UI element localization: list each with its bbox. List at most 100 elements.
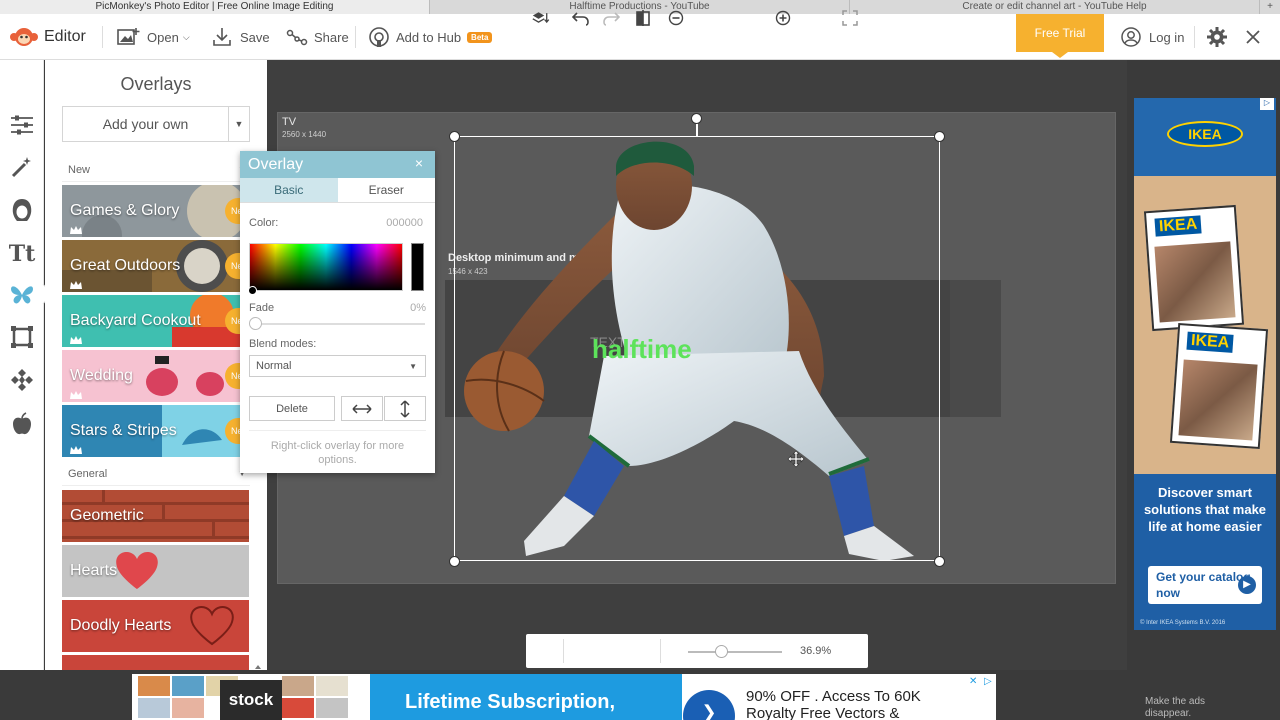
- user-icon: [1121, 27, 1141, 47]
- current-color-swatch[interactable]: [411, 243, 424, 291]
- resize-handle-bottom-right[interactable]: [934, 556, 945, 567]
- picmonkey-logo-icon: [10, 28, 38, 46]
- login-button[interactable]: Log in: [1120, 14, 1184, 60]
- overlay-category-partial[interactable]: [62, 655, 249, 670]
- blend-modes-label: Blend modes:: [249, 338, 317, 350]
- settings-button[interactable]: [1206, 14, 1228, 60]
- compare-button[interactable]: [634, 9, 652, 27]
- overlay-category-geometric[interactable]: Geometric: [62, 490, 249, 542]
- add-your-own-button[interactable]: Add your own: [63, 107, 229, 141]
- color-spectrum-picker[interactable]: [249, 243, 403, 291]
- overlay-category-great-outdoors[interactable]: Great Outdoors New: [62, 240, 249, 292]
- redo-button[interactable]: [602, 9, 620, 27]
- editor-logo[interactable]: Editor: [10, 14, 86, 60]
- panel-title: Overlays: [120, 74, 192, 94]
- catalog-image: IKEA: [1143, 204, 1245, 332]
- fade-value: 0%: [410, 302, 426, 314]
- free-trial-button[interactable]: Free Trial: [1016, 14, 1104, 58]
- undo-button[interactable]: [572, 9, 590, 27]
- overlay-category-backyard-cookout[interactable]: Backyard Cookout New: [62, 295, 249, 347]
- tab-eraser[interactable]: Eraser: [337, 178, 435, 203]
- overlay-category-games-glory[interactable]: Games & Glory New: [62, 185, 249, 237]
- touch-up-icon[interactable]: [9, 197, 35, 223]
- adjust-icon[interactable]: [9, 112, 35, 138]
- overlay-palette-header[interactable]: Overlay ×: [240, 151, 435, 178]
- overlay-category-wedding[interactable]: Wedding New: [62, 350, 249, 402]
- crown-icon: [70, 226, 82, 234]
- overlay-palette: Overlay × Basic Eraser Color: 000000 Fad…: [240, 151, 435, 473]
- rotate-handle[interactable]: [691, 113, 702, 124]
- fade-slider-track[interactable]: [255, 323, 425, 325]
- section-header-new[interactable]: New▼: [62, 158, 250, 182]
- new-tab-button[interactable]: +: [1260, 0, 1280, 14]
- save-button[interactable]: Save: [211, 14, 270, 60]
- layers-button[interactable]: [532, 9, 550, 27]
- zoom-percentage: 36.9%: [800, 645, 832, 657]
- save-label: Save: [240, 29, 270, 45]
- tv-size-label: 2560 x 1440: [282, 130, 327, 139]
- bottom-banner-ad[interactable]: stock Lifetime Subscription, ❯ 90% OFF .…: [132, 674, 996, 720]
- fit-to-screen-button[interactable]: [841, 9, 859, 27]
- color-picker-handle[interactable]: [248, 286, 257, 295]
- section-header-general[interactable]: General ▼: [62, 462, 250, 486]
- flip-vertical-button[interactable]: [384, 396, 426, 421]
- flip-horizontal-icon: [352, 403, 372, 414]
- arrow-right-icon[interactable]: ❯: [683, 690, 735, 720]
- blend-mode-select[interactable]: Normal ▼: [249, 355, 426, 377]
- stock-logo: stock: [220, 680, 282, 720]
- ad-close-icon[interactable]: ✕: [969, 676, 981, 688]
- ad-choices-icon[interactable]: ▷: [1260, 98, 1274, 110]
- tab-basic[interactable]: Basic: [240, 178, 338, 203]
- share-button[interactable]: Share: [286, 14, 349, 60]
- flip-vertical-icon: [400, 399, 410, 418]
- close-icon[interactable]: ×: [415, 155, 423, 171]
- zoom-out-button[interactable]: [667, 9, 685, 27]
- ikea-logo: IKEA: [1167, 121, 1243, 147]
- redo-icon: [603, 12, 620, 26]
- resize-handle-top-left[interactable]: [449, 131, 460, 142]
- overlay-category-stars-stripes[interactable]: Stars & Stripes New: [62, 405, 249, 457]
- apple-icon[interactable]: [9, 411, 35, 437]
- overlay-category-doodly-hearts[interactable]: Doodly Hearts: [62, 600, 249, 652]
- delete-overlay-button[interactable]: Delete: [249, 396, 335, 421]
- arrow-right-icon: ▶: [1238, 576, 1256, 594]
- color-hex-value[interactable]: 000000: [386, 217, 423, 229]
- open-image-icon: [117, 28, 140, 45]
- resize-handle-bottom-left[interactable]: [449, 556, 460, 567]
- ad-cta-button[interactable]: Get your catalog now ▶: [1148, 566, 1262, 604]
- magic-wand-icon[interactable]: [9, 154, 35, 180]
- add-your-own-dropdown[interactable]: Add your own ▼: [62, 106, 250, 142]
- compare-icon: [636, 10, 650, 26]
- frame-icon[interactable]: [9, 324, 35, 350]
- ad-choices-icon[interactable]: ▷: [984, 676, 996, 688]
- zoom-in-icon: [775, 10, 791, 26]
- fade-slider-knob[interactable]: [249, 317, 262, 330]
- share-label: Share: [314, 29, 349, 45]
- fullscreen-icon: [842, 10, 858, 26]
- overlay-butterfly-icon[interactable]: [9, 282, 35, 308]
- chevron-down-icon[interactable]: ▼: [229, 107, 249, 141]
- flip-horizontal-button[interactable]: [341, 396, 383, 421]
- resize-handle-top-right[interactable]: [934, 131, 945, 142]
- overlay-category-hearts[interactable]: Hearts: [62, 545, 249, 597]
- ikea-advertisement[interactable]: IKEA IKEA IKEA Discover smart solutions …: [1134, 98, 1276, 630]
- close-icon: [1246, 30, 1260, 44]
- zoom-slider-knob[interactable]: [715, 645, 728, 658]
- add-to-hub-button[interactable]: Add to Hub Beta: [368, 14, 493, 60]
- tool-rail: Tt: [0, 60, 44, 720]
- layers-icon: [532, 12, 550, 24]
- zoom-slider-track[interactable]: [688, 651, 782, 653]
- crown-icon: [70, 281, 82, 289]
- zoom-in-button[interactable]: [774, 9, 792, 27]
- text-icon[interactable]: Tt: [9, 241, 36, 267]
- texture-icon[interactable]: [9, 367, 35, 393]
- crown-icon: [70, 446, 82, 454]
- close-editor-button[interactable]: [1244, 14, 1262, 60]
- browser-tab-picmonkey[interactable]: PicMonkey's Photo Editor | Free Online I…: [0, 0, 430, 14]
- remove-ads-link[interactable]: Make the ads disappear.: [1145, 696, 1225, 720]
- browser-tab-youtube-help[interactable]: Create or edit channel art - YouTube Hel…: [850, 0, 1260, 14]
- open-button[interactable]: Open ⌵: [116, 14, 190, 60]
- app-name: Editor: [44, 28, 86, 45]
- tv-label: TV: [282, 116, 297, 128]
- selection-box[interactable]: [454, 136, 940, 561]
